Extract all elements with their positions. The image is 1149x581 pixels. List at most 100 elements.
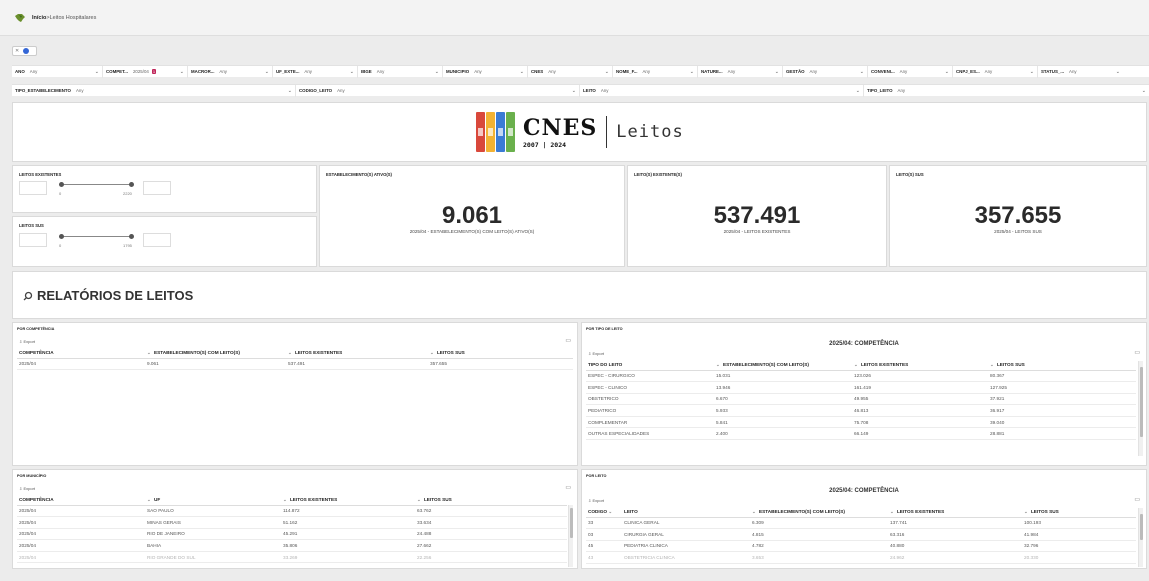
filter-natureza[interactable]: NATURE... Any ⌄ [698, 65, 783, 78]
table-row[interactable]: 45 PEDIATRIA CLINICA 4.782 40.880 32.796 [586, 540, 1136, 553]
table-row[interactable]: PEDIATRICO 5.933 46.813 36.917 [586, 404, 1136, 417]
table-municipio: COMPETÊNCIA ⌄ UF ⌄ LEITOS EXISTENTES ⌄ LEIT… [17, 495, 567, 564]
column-header[interactable]: CODIGO ⌄ [586, 507, 622, 518]
chevron-down-icon: ⌄ [1115, 68, 1120, 75]
column-header[interactable]: ⌄ ESTABELECIMENTO(S) COM LEITO(S) [714, 360, 852, 371]
column-header[interactable]: ⌄ LEITOS EXISTENTES [286, 348, 428, 359]
scrollbar[interactable] [568, 505, 573, 567]
table-row[interactable]: 2025/04 9.061 537.491 357.655 [17, 358, 573, 371]
filter-municipio[interactable]: MUNICIPIO Any ⌄ [443, 65, 528, 78]
column-header[interactable]: COMPETÊNCIA [17, 348, 145, 359]
scrollbar-thumb[interactable] [1140, 514, 1143, 540]
column-header[interactable]: COMPETÊNCIA [17, 495, 145, 506]
filter-cnpj[interactable]: CNPJ_ES... Any ⌄ [953, 65, 1038, 78]
filter-tipo-leito[interactable]: TIPO_LEITO Any ⌄ [864, 85, 1149, 97]
table-row[interactable]: 2025/04 SAO PAULO 114.872 63.762 [17, 505, 567, 518]
sort-icon: ⌄ [890, 508, 894, 514]
table-row[interactable]: COMPLEMENTAR 5.841 75.708 39.040 [586, 416, 1136, 429]
table-view-icon[interactable]: ▭ [1134, 349, 1140, 356]
kpi-value: 357.655 [974, 202, 1062, 229]
chevron-down-icon: ⌄ [689, 68, 694, 75]
column-header[interactable]: ⌄ LEITOS SUS [415, 495, 567, 506]
table-row[interactable]: 33 CLINICA GERAL 6.309 137.741 100.193 [586, 517, 1136, 530]
export-button[interactable]: ⇩ Export [19, 339, 35, 344]
range-min-handle[interactable] [59, 182, 64, 187]
filter-cnes[interactable]: CNES Any ⌄ [528, 65, 613, 78]
filter-codigo-leito[interactable]: CODIGO_LEITO Any ⌄ [296, 84, 580, 97]
table-row[interactable]: 03 CIRURGIA GERAL 4.815 63.316 41.984 [586, 528, 1136, 541]
chevron-down-icon: ⌄ [264, 68, 269, 75]
slider-min-input[interactable] [19, 181, 47, 195]
table-view-icon[interactable]: ▭ [565, 337, 571, 344]
export-button[interactable]: ⇩ Export [19, 486, 35, 491]
sort-icon: ⌄ [430, 349, 434, 355]
table-row[interactable]: ESPEC - CLINICO 13.946 161.419 127.925 [586, 381, 1136, 394]
column-header[interactable]: ⌄ LEITOS SUS [428, 348, 573, 359]
chevron-down-icon: ⌄ [179, 68, 184, 75]
filter-uf[interactable]: UF_EXTE... Any ⌄ [273, 65, 358, 78]
scrollbar[interactable] [1138, 508, 1143, 567]
range-max-handle[interactable] [129, 234, 134, 239]
range-min-handle[interactable] [59, 234, 64, 239]
export-button[interactable]: ⇩ Export [588, 351, 604, 356]
column-header[interactable]: ⌄ LEITOS EXISTENTES [888, 507, 1022, 518]
column-header[interactable]: ⌄ LEITOS SUS [988, 360, 1136, 371]
filter-ibge[interactable]: IBGE Any ⌄ [358, 65, 443, 78]
filter-settings-icon[interactable] [23, 48, 30, 54]
breadcrumb-home[interactable]: Início [32, 15, 46, 21]
column-header[interactable]: ⌄ LEITOS EXISTENTES [281, 495, 415, 506]
collapse-icon[interactable]: ✕ [15, 48, 19, 54]
kpi-title: ESTABELECIMENTO(S) ATIVO(S) [326, 172, 392, 177]
sort-icon: ⌄ [283, 496, 287, 502]
filter-leito[interactable]: LEITO Any ⌄ [580, 84, 864, 97]
slider-min-input[interactable] [19, 233, 47, 247]
table-row[interactable]: 2025/04 BAHIA 35.806 27.662 [17, 539, 567, 552]
filter-convenio[interactable]: CONVENI... Any ⌄ [868, 65, 953, 78]
table-view-icon[interactable]: ▭ [1134, 496, 1140, 503]
table-leito: CODIGO ⌄ LEITO ⌄ ESTABELECIMENTO(S) COM L… [586, 507, 1136, 564]
export-button[interactable]: ⇩ Export [588, 498, 604, 503]
logo-subtitle: Leitos [616, 122, 684, 142]
table-row[interactable]: 2025/04 RIO DE JANEIRO 45.291 24.488 [17, 528, 567, 541]
panel-por-municipio: POR MUNICÍPIO ⇩ Export ▭ COMPETÊNCIA ⌄ UF… [12, 469, 578, 569]
table-view-icon[interactable]: ▭ [565, 484, 571, 491]
table-row[interactable]: OBSTETRICO 6.670 49.955 37.921 [586, 393, 1136, 406]
scrollbar[interactable] [1138, 361, 1143, 456]
filter-nome-fantasia[interactable]: NOME_F... Any ⌄ [613, 65, 698, 78]
table-row[interactable]: ESPEC - CIRURGICO 15.031 123.026 80.367 [586, 370, 1136, 383]
binder-green [506, 112, 515, 152]
range-max-handle[interactable] [129, 182, 134, 187]
column-header[interactable]: TIPO DO LEITO [586, 360, 714, 371]
chevron-down-icon: ⌄ [855, 87, 860, 94]
filter-gestao[interactable]: GESTÃO Any ⌄ [783, 65, 868, 78]
filter-ano[interactable]: ANO Any ⌄ [12, 65, 103, 78]
slider-max-input[interactable] [143, 181, 171, 195]
column-header[interactable]: ⌄ ESTABELECIMENTO(S) COM LEITO(S) [145, 348, 286, 359]
selected-count-badge: 1 [151, 69, 157, 74]
kpi-caption: 2025/04 - LEITOS SUS [994, 229, 1042, 234]
filter-status[interactable]: STATUS_... Any ⌄ [1038, 66, 1123, 78]
filter-macroregiao[interactable]: MACROR... Any ⌄ [188, 65, 273, 78]
column-header[interactable]: ⌄ UF [145, 495, 281, 506]
column-header[interactable]: LEITO [622, 507, 750, 518]
sort-icon: ⌄ [1024, 508, 1028, 514]
column-header[interactable]: ⌄ LEITOS EXISTENTES [852, 360, 988, 371]
slider-max-input[interactable] [143, 233, 171, 247]
range-track[interactable] [59, 182, 134, 187]
table-row[interactable]: 2025/04 MINAS GERAIS 51.162 33.634 [17, 516, 567, 529]
table-row[interactable]: OUTRAS ESPECIALIDADES 2.400 66.149 28.881 [586, 427, 1136, 441]
table-row[interactable]: 2025/04 RIO GRANDE DO SUL 33.269 22.256 [17, 551, 567, 564]
filter-tipo-estabelecimento[interactable]: TIPO_ESTABELECIMENTO Any ⌄ [12, 84, 296, 97]
scrollbar-thumb[interactable] [570, 508, 573, 538]
chevron-down-icon: ⌄ [349, 68, 354, 75]
column-header[interactable]: ⌄ ESTABELECIMENTO(S) COM LEITO(S) [750, 507, 888, 518]
filter-control[interactable]: ✕ [12, 46, 37, 56]
column-header[interactable]: ⌄ LEITOS SUS [1022, 507, 1136, 518]
binders-icon [476, 112, 515, 152]
slider-title: LEITOS SUS [19, 223, 44, 228]
chevron-down-icon: ⌄ [774, 68, 779, 75]
filter-competencia[interactable]: COMPET... 2025/04 1 ⌄ [103, 65, 188, 78]
scrollbar-thumb[interactable] [1140, 367, 1143, 437]
range-track[interactable] [59, 234, 134, 239]
table-row[interactable]: 43 OBSTETRICIA CLINICA 3.653 24.962 20.330 [586, 551, 1136, 564]
